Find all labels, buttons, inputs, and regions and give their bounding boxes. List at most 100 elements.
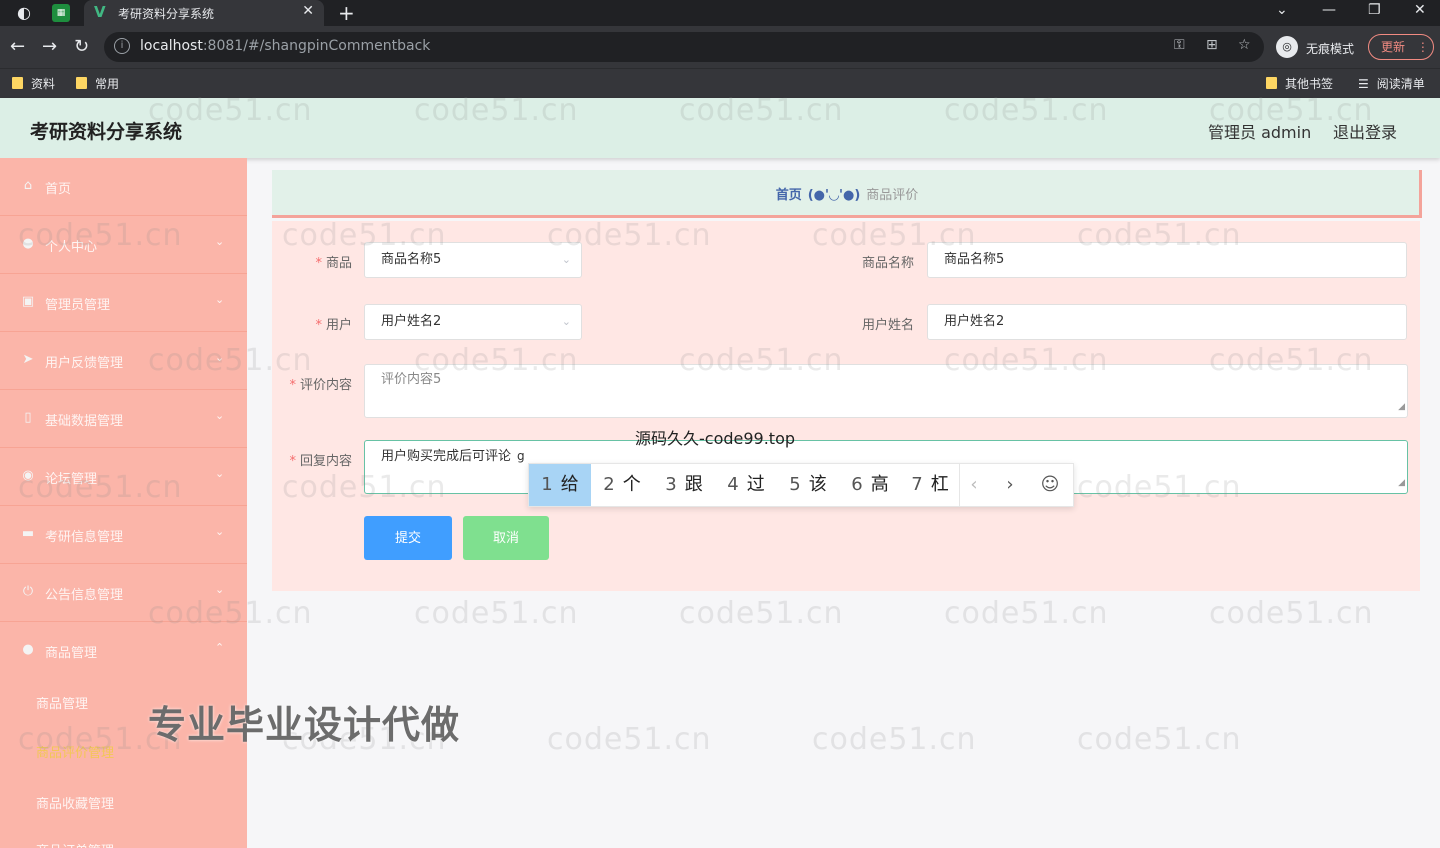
sidebar-subitem-products[interactable]: 商品管理 — [36, 693, 88, 712]
new-tab-icon[interactable]: + — [338, 1, 355, 25]
sidebar-subitem-product-favorites[interactable]: 商品收藏管理 — [36, 793, 114, 812]
sidebar-item-exam-info[interactable]: ▬ 考研信息管理 ⌄ — [0, 506, 247, 564]
comment-text: 评价内容5 — [381, 372, 442, 387]
ime-emoji-icon[interactable]: ☺ — [1035, 464, 1065, 506]
chevron-down-icon: ⌄ — [215, 293, 225, 306]
chevron-up-icon: ⌃ — [215, 641, 225, 654]
user-select[interactable]: 用户姓名2 ⌄ — [364, 304, 582, 340]
breadcrumb-home[interactable]: 首页 — [776, 188, 802, 203]
browser-menu-icon[interactable]: ◐ — [14, 3, 34, 23]
reading-list[interactable]: ☰ 阅读清单 — [1358, 75, 1425, 92]
sidebar-item-label: 用户反馈管理 — [45, 356, 124, 371]
product-name-field[interactable]: 商品名称5 — [927, 242, 1407, 278]
product-label: * 商品 — [315, 256, 352, 271]
sidebar-item-basedata[interactable]: ▯ 基础数据管理 ⌄ — [0, 390, 247, 448]
update-button[interactable]: 更新 ⋮ — [1368, 34, 1434, 60]
close-tab-icon[interactable]: ✕ — [302, 3, 314, 19]
product-select[interactable]: 商品名称5 ⌄ — [364, 242, 582, 278]
translate-icon[interactable]: ⊞ — [1206, 37, 1218, 53]
key-icon[interactable]: ⚿ — [1174, 37, 1185, 53]
resize-handle-icon[interactable]: ◢ — [1398, 398, 1405, 416]
resize-handle-icon[interactable]: ◢ — [1398, 474, 1405, 492]
watermark: code51.cn — [414, 596, 579, 631]
sidebar-item-home[interactable]: ⌂ 首页 — [0, 158, 247, 216]
logout-link[interactable]: 退出登录 — [1333, 119, 1397, 143]
vue-logo-icon: V — [94, 3, 106, 21]
submit-button[interactable]: 提交 — [364, 516, 452, 560]
breadcrumb-current: 商品评价 — [866, 188, 919, 203]
sidebar-item-admins[interactable]: ▣ 管理员管理 ⌄ — [0, 274, 247, 332]
folder-icon — [1266, 77, 1277, 89]
ime-title: 源码久久-code99.top — [635, 429, 796, 448]
ime-prev-page-icon[interactable]: ‹ — [959, 464, 989, 506]
home-icon: ⌂ — [23, 178, 33, 193]
ime-candidate[interactable]: 4过 — [715, 464, 777, 506]
minimize-icon[interactable]: — — [1322, 2, 1336, 18]
restore-icon[interactable]: ❐ — [1368, 2, 1381, 18]
sidebar-item-label: 论坛管理 — [45, 472, 98, 487]
user-name-field[interactable]: 用户姓名2 — [927, 304, 1407, 340]
other-bookmarks[interactable]: 其他书签 — [1266, 75, 1333, 92]
browser-tab-bar: ◐ ▦ V 考研资料分享系统 ✕ + ⌄ — ❐ ✕ — [0, 0, 1440, 26]
incognito-label: 无痕模式 — [1306, 42, 1355, 56]
breadcrumb-separator: (●'◡'●) — [807, 188, 861, 203]
folder-icon — [12, 77, 23, 89]
ime-candidate[interactable]: 5该 — [777, 464, 839, 506]
sidebar-item-label: 商品管理 — [45, 646, 98, 661]
url-field[interactable]: i localhost:8081/#/shangpinCommentback ⚿… — [104, 32, 1264, 62]
mic-icon: ▯ — [24, 410, 32, 425]
product-select-value: 商品名称5 — [381, 252, 442, 267]
incognito-indicator[interactable]: ◎ 无痕模式 — [1276, 36, 1356, 58]
more-icon: ⋮ — [1416, 40, 1429, 54]
cancel-button[interactable]: 取消 — [463, 516, 549, 560]
breadcrumb: 首页 (●'◡'●) 商品评价 — [272, 170, 1422, 218]
sidebar-subitem-product-orders[interactable]: 商品订单管理 — [36, 840, 114, 848]
ime-candidate[interactable]: 2个 — [591, 464, 653, 506]
sidebar-item-notices[interactable]: ⏻ 公告信息管理 ⌄ — [0, 564, 247, 622]
close-window-icon[interactable]: ✕ — [1414, 2, 1426, 18]
comment-textarea[interactable]: 评价内容5 ◢ — [364, 364, 1408, 418]
sidebar-item-profile[interactable]: ● 个人中心 ⌄ — [0, 216, 247, 274]
back-icon[interactable]: ← — [10, 36, 25, 57]
chevron-down-icon: ⌄ — [215, 351, 225, 364]
app-title: 考研资料分享系统 — [30, 121, 183, 143]
pinned-tab-icon[interactable]: ▦ — [52, 4, 70, 22]
chevron-down-icon: ⌄ — [561, 315, 571, 328]
bookmark-folder[interactable]: 资料 — [12, 75, 55, 92]
incognito-icon: ◎ — [1276, 36, 1298, 58]
product-name-label: 商品名称 — [861, 256, 914, 271]
browser-tab[interactable]: V 考研资料分享系统 ✕ — [84, 0, 324, 26]
sidebar-item-forum[interactable]: ◉ 论坛管理 ⌄ — [0, 448, 247, 506]
chevron-down-icon: ⌄ — [215, 583, 225, 596]
forward-icon[interactable]: → — [42, 36, 57, 57]
reading-list-icon: ☰ — [1358, 77, 1369, 91]
watermark: code51.cn — [1077, 722, 1242, 757]
bookmarks-bar: 资料 常用 其他书签 ☰ 阅读清单 — [0, 68, 1440, 98]
url-host: localhost — [140, 38, 203, 54]
chevron-down-icon: ⌄ — [215, 409, 225, 422]
power-icon: ⏻ — [22, 584, 34, 599]
chevron-down-icon: ⌄ — [215, 525, 225, 538]
bookmark-folder[interactable]: 常用 — [76, 75, 119, 92]
sidebar-item-label: 首页 — [45, 182, 72, 197]
ime-candidate[interactable]: 3跟 — [653, 464, 715, 506]
ime-candidate[interactable]: 7杠 — [901, 464, 959, 506]
sidebar-item-feedback[interactable]: ➤ 用户反馈管理 ⌄ — [0, 332, 247, 390]
promo-overlay-text: 专业毕业设计代做 — [148, 703, 461, 747]
reload-icon[interactable]: ↻ — [74, 36, 89, 57]
chevron-down-icon: ⌄ — [561, 253, 571, 266]
ime-next-page-icon[interactable]: › — [995, 464, 1025, 506]
sidebar-item-label: 个人中心 — [45, 240, 98, 255]
ime-candidate[interactable]: 1给 — [529, 464, 591, 506]
star-icon[interactable]: ☆ — [1238, 37, 1251, 53]
sidebar-subitem-product-reviews[interactable]: 商品评价管理 — [36, 742, 114, 761]
folder-icon — [76, 77, 87, 89]
sidebar-item-products[interactable]: ● 商品管理 ⌃ — [0, 622, 247, 680]
current-user: 管理员 admin — [1208, 123, 1312, 142]
user-name-label: 用户姓名 — [861, 318, 914, 333]
tab-search-icon[interactable]: ⌄ — [1276, 2, 1288, 18]
site-info-icon[interactable]: i — [114, 38, 130, 54]
ime-candidate[interactable]: 6高 — [839, 464, 901, 506]
user-select-value: 用户姓名2 — [381, 314, 442, 329]
sidebar-item-label: 公告信息管理 — [45, 588, 124, 603]
